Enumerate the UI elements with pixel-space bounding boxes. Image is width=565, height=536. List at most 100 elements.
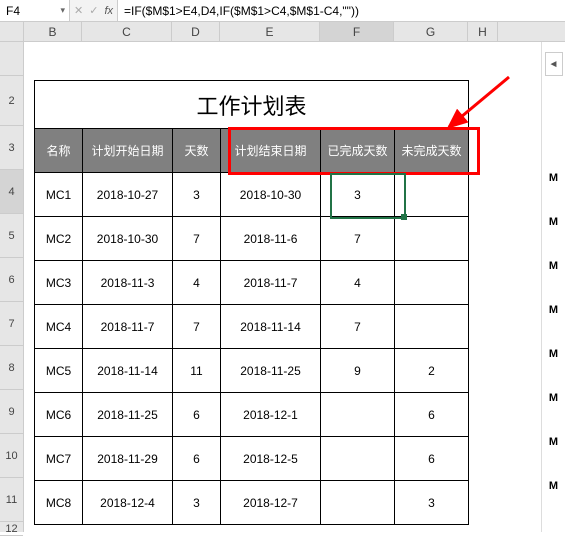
cell-done[interactable]	[321, 393, 395, 437]
cell-start[interactable]: 2018-11-25	[83, 393, 173, 437]
column-header-B[interactable]: B	[24, 22, 82, 41]
cell-start[interactable]: 2018-10-30	[83, 217, 173, 261]
cell-name[interactable]: MC3	[35, 261, 83, 305]
row-header-3[interactable]: 3	[0, 126, 23, 170]
side-label: M	[542, 172, 565, 184]
cell-days[interactable]: 6	[173, 393, 221, 437]
column-header-C[interactable]: C	[82, 22, 172, 41]
cell-start[interactable]: 2018-11-7	[83, 305, 173, 349]
cell-days[interactable]: 4	[173, 261, 221, 305]
collapse-arrow-icon[interactable]: ◄	[545, 52, 563, 76]
row-header-2[interactable]: 2	[0, 76, 23, 126]
side-label: M	[542, 480, 565, 492]
cell-start[interactable]: 2018-12-4	[83, 481, 173, 525]
table-row: MC52018-11-14112018-11-2592	[35, 349, 469, 393]
name-box[interactable]: F4 ▾	[0, 0, 70, 21]
cell-days[interactable]: 3	[173, 173, 221, 217]
header-done: 已完成天数	[321, 129, 395, 173]
row-header-7[interactable]: 7	[0, 302, 23, 346]
cell-undone[interactable]	[395, 217, 469, 261]
cell-end[interactable]: 2018-12-1	[221, 393, 321, 437]
row-header-12[interactable]: 12	[0, 522, 23, 536]
cell-start[interactable]: 2018-11-14	[83, 349, 173, 393]
cell-name[interactable]: MC4	[35, 305, 83, 349]
cell-undone[interactable]	[395, 173, 469, 217]
row-header-11[interactable]: 11	[0, 478, 23, 522]
row-header-6[interactable]: 6	[0, 258, 23, 302]
table-title: 工作计划表	[35, 81, 469, 129]
cell-done[interactable]: 7	[321, 305, 395, 349]
table-row: MC62018-11-2562018-12-16	[35, 393, 469, 437]
cell-start[interactable]: 2018-11-3	[83, 261, 173, 305]
work-plan-table: 工作计划表 名称 计划开始日期 天数 计划结束日期 已完成天数 未完成天数 MC…	[34, 80, 469, 525]
row-header-blank[interactable]	[0, 42, 23, 76]
table-row: MC82018-12-432018-12-73	[35, 481, 469, 525]
row-header-5[interactable]: 5	[0, 214, 23, 258]
column-header-E[interactable]: E	[220, 22, 320, 41]
cell-area[interactable]: 工作计划表 名称 计划开始日期 天数 计划结束日期 已完成天数 未完成天数 MC…	[24, 42, 565, 532]
cell-reference: F4	[6, 4, 20, 18]
table-row: MC12018-10-2732018-10-303	[35, 173, 469, 217]
cell-end[interactable]: 2018-11-7	[221, 261, 321, 305]
row-header-9[interactable]: 9	[0, 390, 23, 434]
cell-end[interactable]: 2018-11-25	[221, 349, 321, 393]
cell-name[interactable]: MC1	[35, 173, 83, 217]
cell-done[interactable]: 7	[321, 217, 395, 261]
chevron-down-icon[interactable]: ▾	[60, 5, 65, 16]
column-header-D[interactable]: D	[172, 22, 220, 41]
cell-end[interactable]: 2018-11-6	[221, 217, 321, 261]
header-days: 天数	[173, 129, 221, 173]
cancel-icon[interactable]: ✕	[74, 4, 83, 17]
cell-undone[interactable]	[395, 261, 469, 305]
cell-end[interactable]: 2018-10-30	[221, 173, 321, 217]
cell-undone[interactable]: 6	[395, 393, 469, 437]
formula-input[interactable]: =IF($M$1>E4,D4,IF($M$1>C4,$M$1-C4,""))	[118, 0, 565, 21]
row-headers: 23456789101112	[0, 42, 24, 532]
select-all-corner[interactable]	[0, 22, 24, 41]
cell-start[interactable]: 2018-11-29	[83, 437, 173, 481]
cell-done[interactable]	[321, 437, 395, 481]
side-panel: ◄ MMMMMMMM	[541, 42, 565, 532]
cell-undone[interactable]: 3	[395, 481, 469, 525]
column-headers: BCDEFGH	[0, 22, 565, 42]
cell-days[interactable]: 7	[173, 305, 221, 349]
table-header-row: 名称 计划开始日期 天数 计划结束日期 已完成天数 未完成天数	[35, 129, 469, 173]
table-row: MC72018-11-2962018-12-56	[35, 437, 469, 481]
table-row: MC42018-11-772018-11-147	[35, 305, 469, 349]
cell-name[interactable]: MC8	[35, 481, 83, 525]
header-start: 计划开始日期	[83, 129, 173, 173]
side-label: M	[542, 216, 565, 228]
cell-undone[interactable]: 6	[395, 437, 469, 481]
cell-end[interactable]: 2018-12-7	[221, 481, 321, 525]
cell-done[interactable]: 3	[321, 173, 395, 217]
table-row: MC22018-10-3072018-11-67	[35, 217, 469, 261]
cell-name[interactable]: MC5	[35, 349, 83, 393]
cell-end[interactable]: 2018-11-14	[221, 305, 321, 349]
cell-days[interactable]: 3	[173, 481, 221, 525]
row-header-4[interactable]: 4	[0, 170, 23, 214]
cell-undone[interactable]	[395, 305, 469, 349]
row-header-8[interactable]: 8	[0, 346, 23, 390]
cell-undone[interactable]: 2	[395, 349, 469, 393]
column-header-G[interactable]: G	[394, 22, 468, 41]
side-label: M	[542, 260, 565, 272]
confirm-icon[interactable]: ✓	[89, 4, 98, 17]
cell-done[interactable]	[321, 481, 395, 525]
cell-name[interactable]: MC6	[35, 393, 83, 437]
column-header-H[interactable]: H	[468, 22, 498, 41]
cell-done[interactable]: 4	[321, 261, 395, 305]
cell-days[interactable]: 7	[173, 217, 221, 261]
row-header-10[interactable]: 10	[0, 434, 23, 478]
side-label: M	[542, 436, 565, 448]
cell-name[interactable]: MC2	[35, 217, 83, 261]
cell-start[interactable]: 2018-10-27	[83, 173, 173, 217]
cell-name[interactable]: MC7	[35, 437, 83, 481]
side-label: M	[542, 392, 565, 404]
column-header-F[interactable]: F	[320, 22, 394, 41]
cell-end[interactable]: 2018-12-5	[221, 437, 321, 481]
header-undone: 未完成天数	[395, 129, 469, 173]
fx-icon[interactable]: fx	[104, 5, 113, 17]
cell-days[interactable]: 6	[173, 437, 221, 481]
cell-done[interactable]: 9	[321, 349, 395, 393]
cell-days[interactable]: 11	[173, 349, 221, 393]
